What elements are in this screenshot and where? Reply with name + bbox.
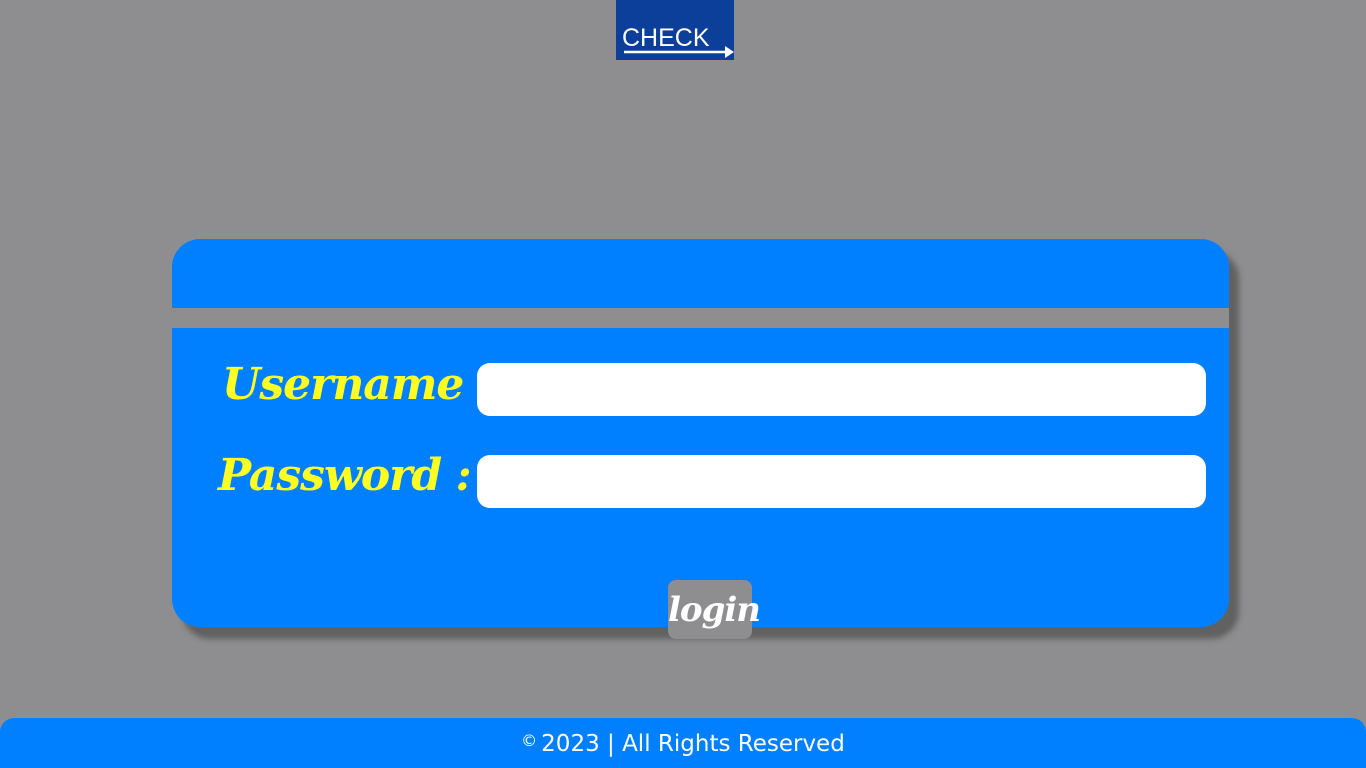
footer-copyright-text: 2023 | All Rights Reserved: [541, 731, 845, 757]
logo-text: CHECK: [622, 24, 710, 52]
password-input[interactable]: [477, 455, 1206, 508]
login-button[interactable]: login: [668, 580, 761, 639]
footer-bar: © 2023 | All Rights Reserved: [0, 718, 1366, 768]
card-divider-band: [172, 308, 1229, 328]
logo-arrow-head: [725, 46, 734, 58]
username-input[interactable]: [477, 363, 1206, 416]
login-card: Username : Password : login: [172, 239, 1229, 639]
check-logo-graphic: CHECK: [622, 24, 734, 58]
check-logo: CHECK: [616, 0, 734, 60]
login-page: CHECK Username : Password : login © 2023 …: [0, 0, 1366, 768]
username-label: Username :: [222, 359, 494, 410]
password-label: Password :: [218, 450, 472, 501]
copyright-symbol: ©: [521, 731, 538, 750]
